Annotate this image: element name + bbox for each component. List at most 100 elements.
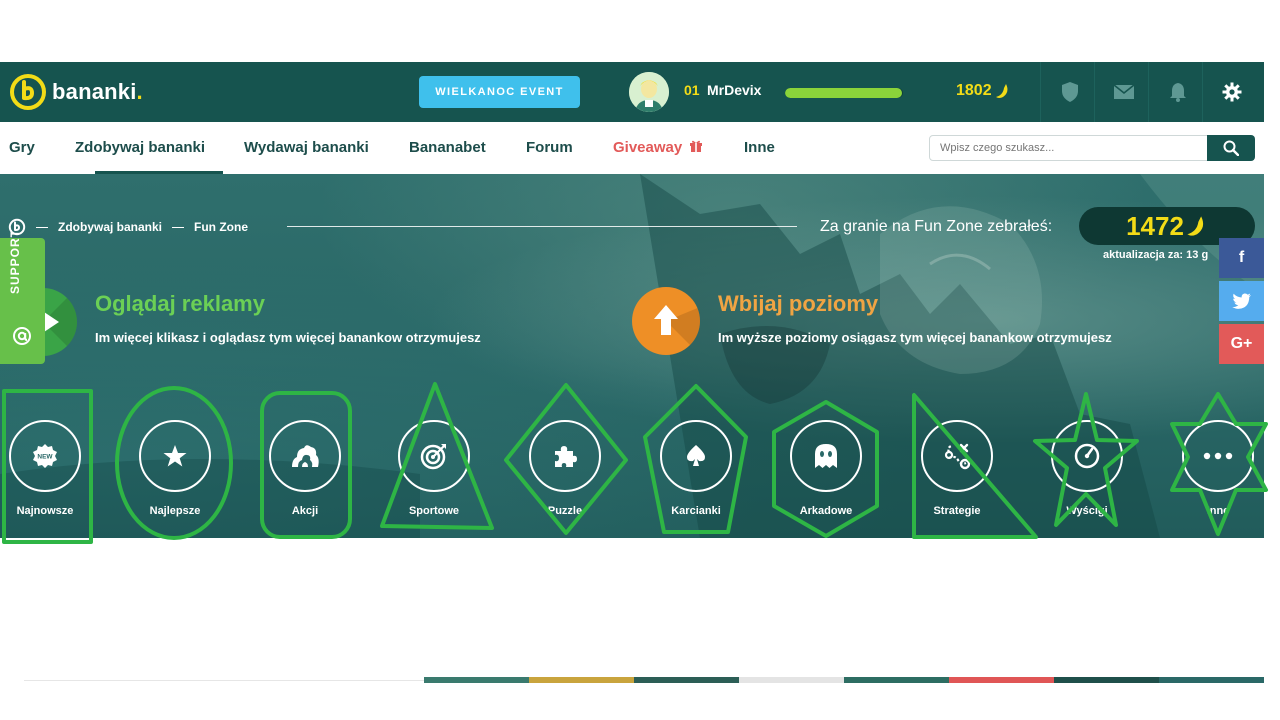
shield-icon[interactable] — [1040, 62, 1098, 122]
googleplus-icon: G+ — [1230, 335, 1253, 352]
brand-dot: . — [136, 79, 143, 104]
category-newest[interactable]: NEW Najnowsze — [0, 420, 90, 517]
page: bananki. WIELKANOC EVENT 01 MrDevix 1802 — [0, 0, 1280, 720]
new-badge-text: NEW — [37, 454, 53, 461]
facebook-icon: f — [1238, 249, 1245, 266]
breadcrumb-separator — [36, 226, 48, 228]
easter-event-button[interactable]: WIELKANOC EVENT — [419, 76, 580, 108]
fun-zone-hero: Zdobywaj bananki Fun Zone Za granie na F… — [0, 174, 1264, 538]
category-sports[interactable]: Sportowe — [389, 420, 479, 517]
avatar[interactable] — [629, 72, 669, 112]
level-up-description: Im wyższe poziomy osiągasz tym więcej ba… — [718, 330, 1112, 345]
top-bar: bananki. WIELKANOC EVENT 01 MrDevix 1802 — [0, 62, 1264, 122]
support-label: SUPPORT — [8, 228, 22, 294]
banana-balance[interactable]: 1802 — [956, 82, 1011, 100]
category-arcade[interactable]: Arkadowe — [781, 420, 871, 517]
category-action[interactable]: Akcji — [260, 420, 350, 517]
category-label: Strategie — [933, 505, 981, 517]
ghost-icon — [815, 444, 837, 468]
category-ring — [790, 420, 862, 492]
twitter-bird-icon — [1231, 293, 1251, 309]
level-up-title[interactable]: Wbijaj poziomy — [718, 291, 878, 317]
new-badge-icon: NEW — [33, 444, 57, 468]
category-label: Inne — [1206, 505, 1230, 517]
strategy-icon — [944, 443, 971, 470]
more-icon — [1203, 452, 1233, 460]
support-tab[interactable]: SUPPORT — [0, 229, 45, 364]
level-progress-fill — [785, 88, 902, 98]
category-label: Akcji — [291, 505, 319, 517]
category-ring — [660, 420, 732, 492]
category-ring — [1051, 420, 1123, 492]
star-icon — [163, 445, 187, 467]
gift-icon — [690, 140, 703, 152]
category-label: Sportowe — [408, 505, 460, 517]
category-label: Najlepsze — [149, 505, 201, 517]
bananki-logo-icon — [10, 74, 46, 110]
nav-item-bananabet[interactable]: Bananabet — [409, 139, 486, 156]
breadcrumb-line — [287, 226, 797, 227]
nav-item-other[interactable]: Inne — [744, 139, 775, 156]
gear-icon[interactable] — [1202, 62, 1260, 122]
category-label: Arkadowe — [799, 505, 853, 517]
breadcrumb-item-earn[interactable]: Zdobywaj bananki — [58, 220, 162, 234]
at-sign-icon — [13, 327, 31, 345]
category-label: Puzzle — [547, 505, 583, 517]
googleplus-share-button[interactable]: G+ — [1219, 324, 1264, 364]
banana-icon — [995, 84, 1008, 98]
category-other[interactable]: Inne — [1173, 420, 1263, 517]
nav-item-games[interactable]: Gry — [9, 139, 35, 156]
user-level: 01 — [684, 82, 700, 98]
category-ring — [269, 420, 341, 492]
banana-balance-value: 1802 — [956, 82, 992, 99]
search-button[interactable] — [1207, 135, 1255, 161]
username[interactable]: MrDevix — [707, 82, 761, 98]
breadcrumb-separator — [172, 226, 185, 228]
category-racing[interactable]: Wyścigi — [1042, 420, 1132, 517]
watch-ads-title[interactable]: Oglądaj reklamy — [95, 291, 265, 317]
search-input[interactable] — [929, 135, 1208, 161]
category-best[interactable]: Najlepsze — [130, 420, 220, 517]
fun-zone-label: Za granie na Fun Zone zebrałeś: — [820, 218, 1053, 235]
category-ring — [1182, 420, 1254, 492]
breadcrumb: Zdobywaj bananki Fun Zone — [8, 218, 248, 236]
breadcrumb-item-fun-zone: Fun Zone — [194, 220, 249, 234]
watch-ads-description: Im więcej klikasz i oglądasz tym więcej … — [95, 330, 481, 345]
category-label: Karcianki — [671, 505, 721, 517]
bell-icon[interactable] — [1148, 62, 1206, 122]
avatar-image — [629, 72, 669, 112]
spade-icon — [687, 445, 705, 466]
category-ring — [139, 420, 211, 492]
level-progress-bar — [785, 88, 903, 98]
nav-item-forum[interactable]: Forum — [526, 139, 573, 156]
mail-icon[interactable] — [1094, 62, 1152, 122]
category-label: Wyścigi — [1066, 505, 1108, 517]
target-icon — [420, 444, 446, 470]
nav-item-giveaway[interactable]: Giveaway — [613, 139, 703, 156]
category-ring: NEW — [9, 420, 81, 492]
category-card-games[interactable]: Karcianki — [651, 420, 741, 517]
fun-zone-update-timer: aktualizacja za: 13 g — [1103, 249, 1209, 261]
category-strategy[interactable]: Strategie — [912, 420, 1002, 517]
main-nav: Gry Zdobywaj bananki Wydawaj bananki Ban… — [0, 122, 1264, 174]
nav-item-earn-bananki[interactable]: Zdobywaj bananki — [75, 139, 205, 156]
level-up-icon[interactable] — [632, 287, 700, 355]
facebook-share-button[interactable]: f — [1219, 238, 1264, 278]
category-label: Najnowsze — [16, 505, 74, 517]
explosion-icon — [292, 445, 319, 467]
brand-logo[interactable]: bananki. — [8, 72, 143, 112]
brand-name: bananki — [52, 79, 137, 104]
banana-icon — [1187, 216, 1204, 236]
category-puzzle[interactable]: Puzzle — [520, 420, 610, 517]
search-icon — [1223, 140, 1239, 156]
twitter-share-button[interactable] — [1219, 281, 1264, 321]
speedometer-icon — [1074, 443, 1100, 469]
fun-zone-total-value: 1472 — [1126, 210, 1184, 241]
nav-item-spend-bananki[interactable]: Wydawaj bananki — [244, 139, 369, 156]
category-ring — [398, 420, 470, 492]
arrow-up-icon — [654, 305, 700, 355]
category-ring — [529, 420, 601, 492]
puzzle-icon — [555, 446, 577, 467]
category-ring — [921, 420, 993, 492]
nav-item-giveaway-label: Giveaway — [613, 139, 683, 156]
